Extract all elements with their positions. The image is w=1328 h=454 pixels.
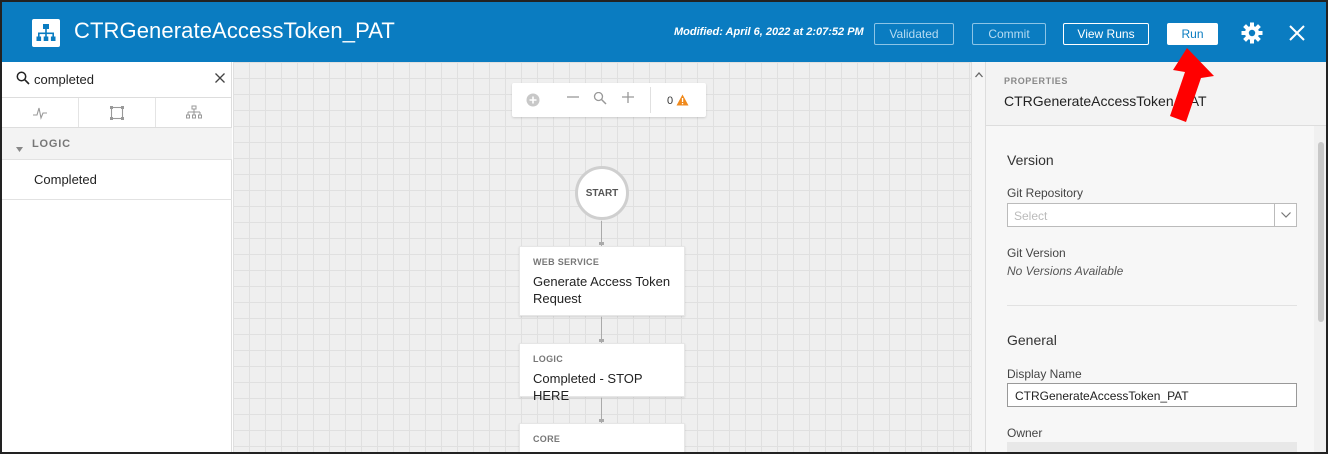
container-icon[interactable] [79, 98, 156, 127]
section-label: LOGIC [32, 138, 71, 150]
properties-scrollbar[interactable] [1314, 126, 1326, 452]
properties-body: Version Git Repository Select Git Versio… [986, 126, 1314, 452]
view-runs-button[interactable]: View Runs [1063, 23, 1149, 45]
clear-search-icon[interactable] [214, 71, 226, 89]
general-section-title: General [1007, 332, 1057, 348]
owner-field[interactable] [1007, 442, 1297, 452]
version-section-title: Version [1007, 152, 1054, 168]
node-type-label: CORE [533, 434, 561, 444]
git-repository-select[interactable]: Select [1007, 203, 1297, 227]
properties-caption: PROPERTIES [1004, 76, 1069, 86]
activity-sidebar: LOGIC Completed [2, 62, 232, 452]
caret-down-icon [16, 140, 23, 158]
hierarchy-icon[interactable] [156, 98, 232, 127]
node-type-label: LOGIC [533, 354, 563, 364]
zoom-out-icon[interactable] [562, 83, 584, 117]
toolbar-divider [650, 87, 651, 113]
display-name-input[interactable]: CTRGenerateAccessToken_PAT [1007, 383, 1297, 407]
activity-icon[interactable] [2, 98, 79, 127]
sidebar-icon-tabs [2, 98, 232, 128]
zoom-fit-icon[interactable] [589, 83, 611, 117]
app-frame: CTRGenerateAccessToken_PAT Modified: Apr… [0, 0, 1328, 454]
canvas-scrollbar[interactable] [971, 62, 985, 452]
section-header-logic[interactable]: LOGIC [2, 128, 232, 160]
gear-icon[interactable] [1240, 21, 1264, 45]
workflow-title: CTRGenerateAccessToken_PAT [74, 18, 395, 43]
annotation-arrow-icon [1170, 48, 1214, 122]
list-item-label: Completed [34, 172, 97, 187]
start-label: START [585, 187, 619, 199]
search-icon [16, 71, 30, 90]
chevron-down-icon[interactable] [1274, 204, 1296, 226]
add-circle-icon[interactable] [522, 83, 544, 117]
node-name-label: Completed - STOP HERE [533, 371, 643, 403]
scrollbar-thumb[interactable] [1318, 142, 1324, 322]
workflow-node-core[interactable]: CORE [519, 423, 685, 452]
workflow-node-web-service[interactable]: WEB SERVICE Generate Access Token Reques… [519, 246, 685, 316]
connector-arrow [599, 339, 604, 342]
zoom-in-icon[interactable] [617, 83, 639, 117]
display-name-value: CTRGenerateAccessToken_PAT [1015, 389, 1189, 403]
zoom-toolbar: 0 [512, 83, 706, 117]
node-name-label: Generate Access Token Request [533, 274, 671, 306]
warning-count: 0 [667, 95, 674, 107]
run-button[interactable]: Run [1167, 23, 1218, 45]
start-node[interactable]: START [575, 166, 629, 220]
search-input[interactable] [34, 70, 204, 88]
connector-arrow [599, 419, 604, 422]
workflow-node-logic[interactable]: LOGIC Completed - STOP HERE [519, 343, 685, 403]
section-divider [1007, 305, 1297, 306]
commit-button[interactable]: Commit [972, 23, 1046, 45]
owner-label: Owner [1007, 426, 1043, 440]
warning-icon[interactable] [676, 93, 689, 111]
close-icon[interactable] [1286, 22, 1308, 44]
git-version-label: Git Version [1007, 246, 1066, 260]
select-placeholder: Select [1014, 209, 1048, 223]
node-type-label: WEB SERVICE [533, 257, 600, 267]
scroll-up-icon[interactable] [975, 65, 983, 83]
workflow-canvas[interactable]: 0 START WEB SERVICE Generate Access Toke… [233, 62, 971, 452]
list-item-completed[interactable]: Completed [2, 160, 232, 200]
workflow-icon [32, 19, 60, 47]
git-version-value: No Versions Available [1007, 264, 1124, 278]
modified-timestamp: Modified: April 6, 2022 at 2:07:52 PM [674, 26, 864, 38]
header-bar: CTRGenerateAccessToken_PAT Modified: Apr… [2, 2, 1326, 62]
git-repository-label: Git Repository [1007, 186, 1084, 200]
display-name-label: Display Name [1007, 367, 1082, 381]
validated-button[interactable]: Validated [874, 23, 954, 45]
search-row [2, 62, 232, 98]
connector-arrow [599, 242, 604, 245]
